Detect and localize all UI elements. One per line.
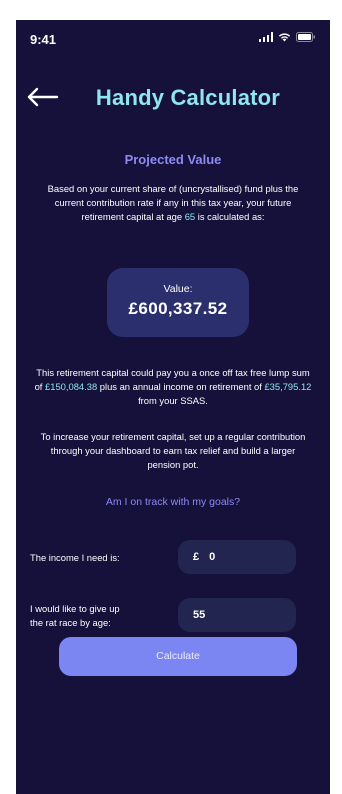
retirement-age-input[interactable]: 55 <box>178 598 296 632</box>
retirement-age-label: I would like to give up the rat race by … <box>30 602 120 630</box>
header: Handy Calculator <box>16 78 330 118</box>
page-title: Handy Calculator <box>95 85 281 110</box>
value-label: Value: <box>163 283 193 295</box>
value-amount: £600,337.52 <box>128 299 228 318</box>
wifi-icon <box>278 32 291 42</box>
battery-icon <box>296 32 316 42</box>
advice-text: To increase your retirement capital, set… <box>40 431 306 470</box>
projected-value-card: Value: £600,337.52 <box>107 268 249 337</box>
retirement-age-value: 55 <box>193 609 206 621</box>
projection-intro-end: is calculated as: <box>195 211 265 222</box>
retirement-age-label-line2: the rat race by age: <box>30 617 111 628</box>
retirement-age-label-line1: I would like to give up <box>30 603 120 614</box>
summary-part-2: plus an annual income on retirement of <box>97 381 265 392</box>
annual-income-highlight: £35,795.12 <box>264 381 312 392</box>
status-icons <box>258 32 317 42</box>
summary-part-3: from your SSAS. <box>138 395 208 406</box>
status-bar: 9:41 <box>16 20 330 60</box>
status-time: 9:41 <box>30 32 57 47</box>
lump-sum-highlight: £150,084.38 <box>45 381 98 392</box>
app-screen: 9:41 Handy Calculator Projected Value Ba… <box>16 20 330 794</box>
income-label: The income I need is: <box>30 552 120 563</box>
projected-value-title: Projected Value <box>124 152 222 167</box>
projection-intro-text: Based on your current share of (uncrysta… <box>34 182 312 224</box>
income-value: 0 <box>209 551 216 563</box>
goals-track-link[interactable]: Am I on track with my goals? <box>16 496 330 508</box>
income-input[interactable]: £ 0 <box>178 540 296 574</box>
retirement-summary-text: This retirement capital could pay you a … <box>34 366 312 408</box>
retirement-age-highlight: 65 <box>184 211 196 222</box>
currency-symbol: £ <box>193 551 200 563</box>
calculate-button[interactable]: Calculate <box>59 637 297 676</box>
cellular-signal-icon <box>258 32 273 42</box>
